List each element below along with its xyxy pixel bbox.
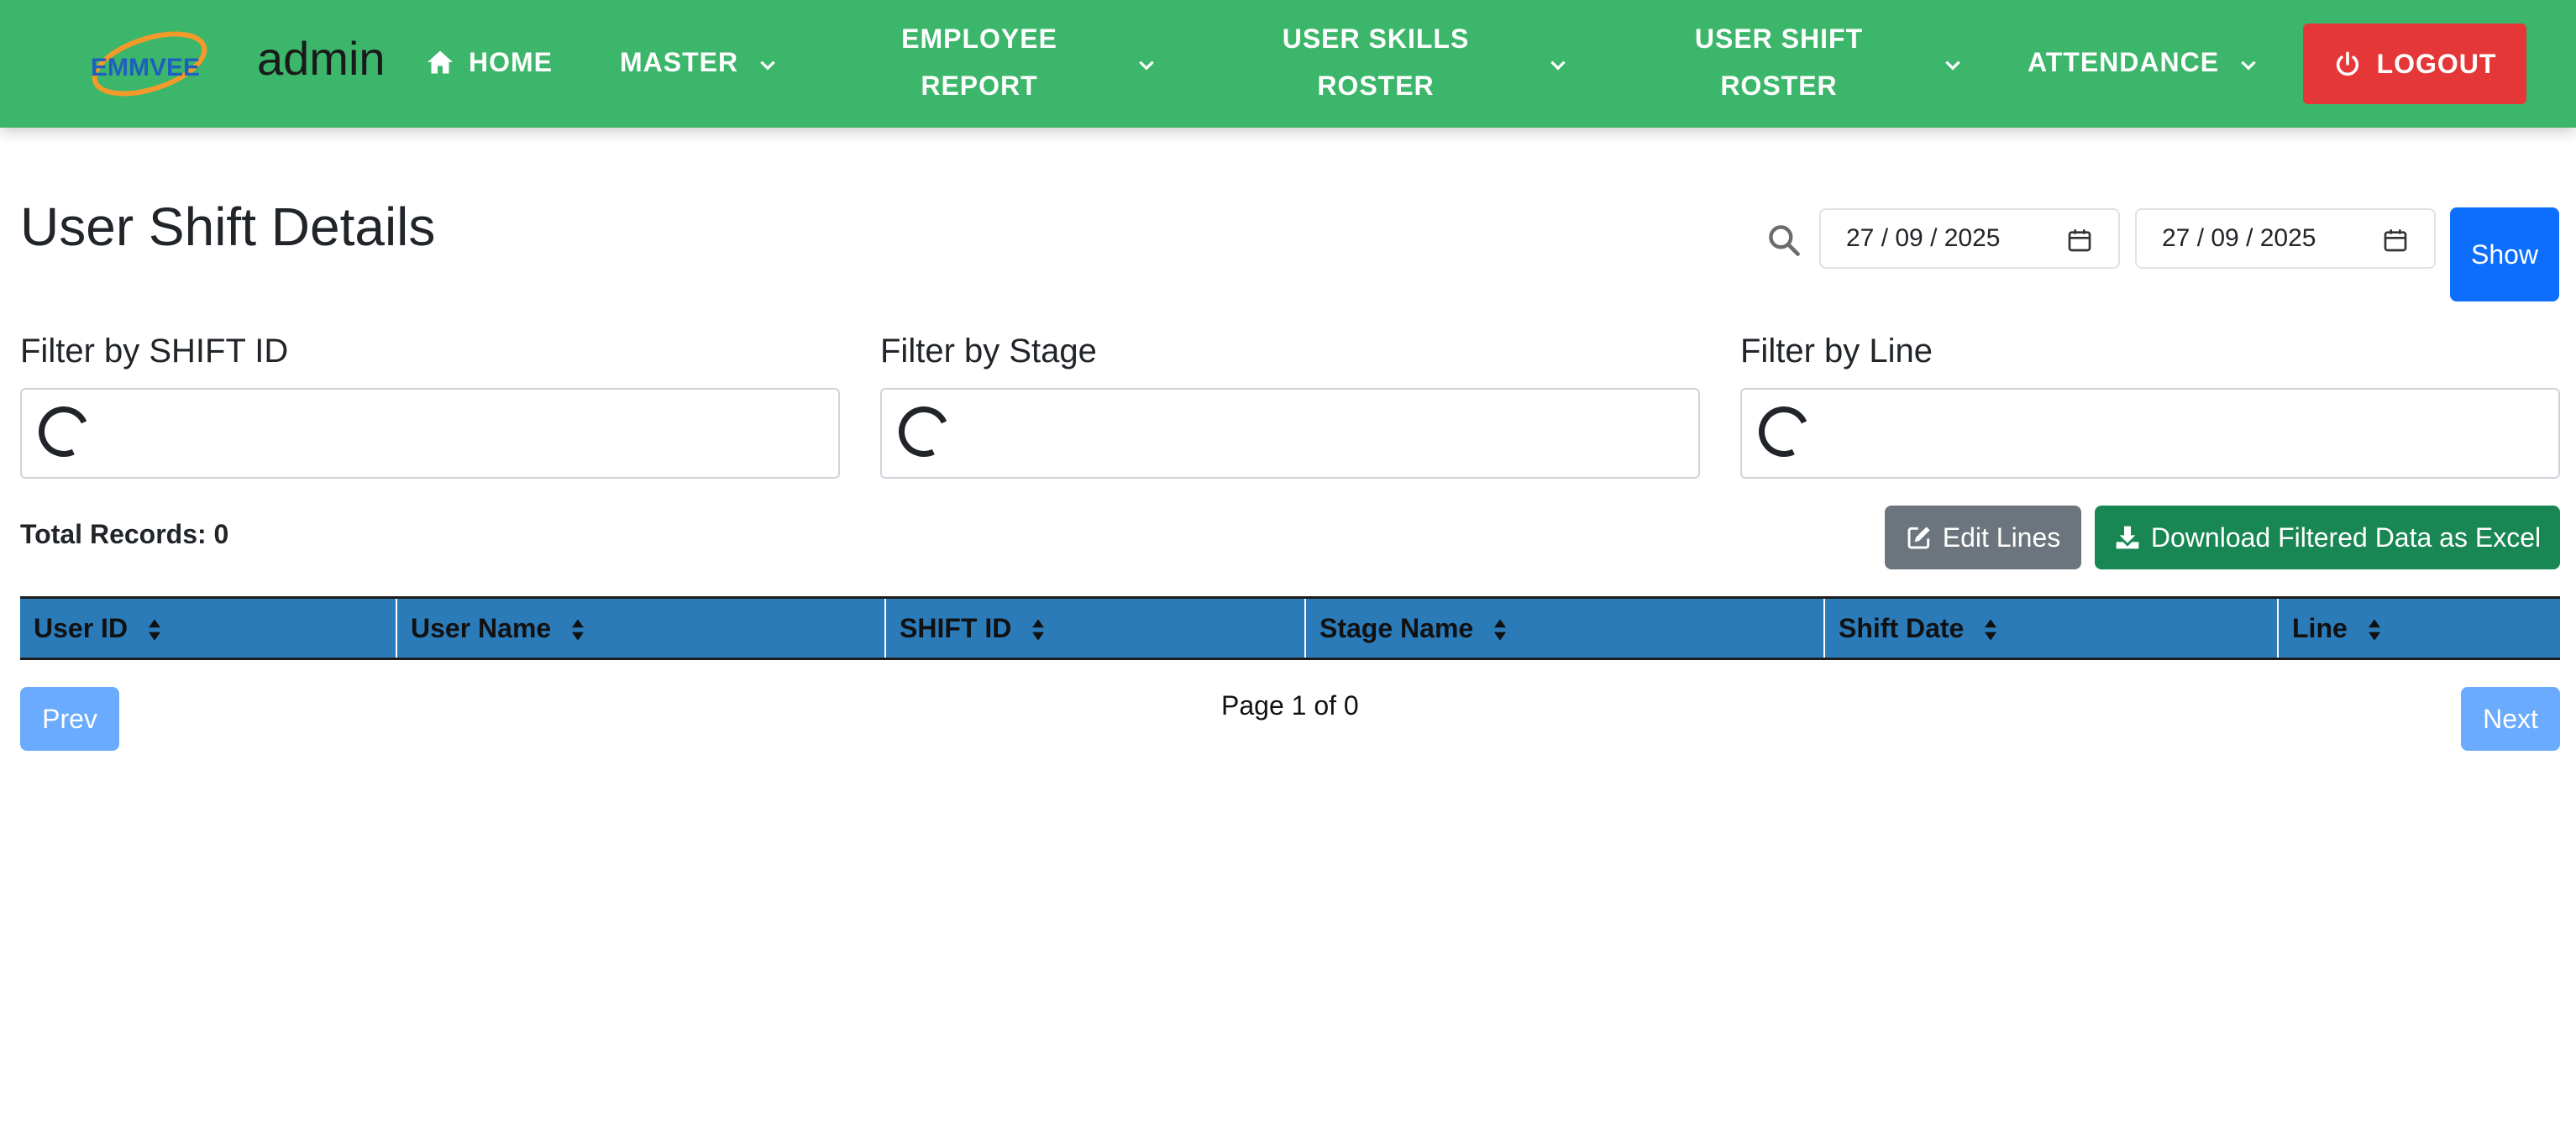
column-label: Shift Date — [1839, 612, 1965, 643]
chevron-down-icon — [1945, 60, 1960, 71]
nav-master-label: MASTER — [620, 47, 739, 77]
sort-icon — [1985, 619, 1997, 641]
nav-user-skills-roster[interactable]: USER SKILLS ROSTER — [1258, 15, 1493, 109]
from-date-value: 27 / 09 / 2025 — [1846, 224, 2001, 252]
column-header-user-name[interactable]: User Name — [396, 597, 886, 659]
nav-home[interactable]: HOME — [425, 39, 553, 86]
nav-user-skills-roster-line2: ROSTER — [1317, 71, 1435, 101]
chevron-down-icon — [1139, 60, 1154, 71]
nav-attendance-label: ATTENDANCE — [2028, 47, 2220, 77]
nav-user-shift-roster[interactable]: USER SHIFT ROSTER — [1670, 15, 1888, 109]
column-header-stage-name[interactable]: Stage Name — [1305, 597, 1825, 659]
download-excel-button[interactable]: Download Filtered Data as Excel — [2095, 506, 2560, 569]
table-header-row: User ID User Name SHIFT ID Stage Name Sh… — [20, 597, 2560, 659]
from-date-input[interactable]: 27 / 09 / 2025 — [1819, 208, 2120, 269]
next-page-button[interactable]: Next — [2461, 687, 2560, 751]
brand-username: admin — [257, 32, 386, 85]
nav-attendance[interactable]: ATTENDANCE — [2028, 39, 2219, 86]
nav-employee-report-line1: EMPLOYEE — [901, 24, 1057, 54]
column-label: User ID — [34, 612, 129, 643]
prev-page-button[interactable]: Prev — [20, 687, 119, 751]
logout-label: LOGOUT — [2376, 48, 2497, 79]
nav-user-skills-roster-line1: USER SKILLS — [1282, 24, 1470, 54]
filter-line-label: Filter by Line — [1740, 333, 1933, 370]
show-button[interactable]: Show — [2450, 207, 2559, 301]
column-header-shift-date[interactable]: Shift Date — [1824, 597, 2279, 659]
edit-icon — [1907, 527, 1930, 549]
loading-spinner-icon — [31, 399, 97, 464]
edit-lines-label: Edit Lines — [1942, 522, 2061, 553]
home-icon — [428, 50, 453, 74]
sort-icon — [1032, 619, 1045, 641]
calendar-icon[interactable] — [2382, 227, 2409, 254]
chevron-down-icon — [760, 60, 775, 71]
user-shift-table: User ID User Name SHIFT ID Stage Name Sh… — [20, 596, 2560, 660]
download-icon — [2116, 526, 2139, 549]
filter-shift-id-select[interactable] — [20, 388, 840, 479]
page-info: Page 1 of 0 — [1221, 690, 1359, 721]
filter-shift-id-label: Filter by SHIFT ID — [20, 333, 289, 370]
logout-button[interactable]: LOGOUT — [2303, 24, 2526, 104]
filter-stage-label: Filter by Stage — [880, 333, 1097, 370]
logo-text: EMMVEE — [91, 54, 200, 81]
search-icon — [1769, 225, 1800, 256]
column-header-shift-id[interactable]: SHIFT ID — [885, 597, 1306, 659]
column-label: User Name — [411, 612, 552, 643]
loading-spinner-icon — [891, 399, 957, 464]
to-date-value: 27 / 09 / 2025 — [2162, 224, 2316, 252]
filter-line-select[interactable] — [1740, 388, 2560, 479]
nav-user-shift-roster-line2: ROSTER — [1720, 71, 1838, 101]
chevron-down-icon — [2241, 60, 2256, 71]
filter-stage-select[interactable] — [880, 388, 1700, 479]
calendar-icon[interactable] — [2066, 227, 2093, 254]
chevron-down-icon — [1550, 60, 1566, 71]
nav-employee-report-line2: REPORT — [921, 71, 1038, 101]
emmvee-logo[interactable]: EMMVEE — [84, 24, 210, 104]
total-records: Total Records: 0 — [20, 519, 229, 549]
nav-user-shift-roster-line1: USER SHIFT — [1694, 24, 1864, 54]
sort-icon — [1494, 619, 1507, 641]
edit-lines-button[interactable]: Edit Lines — [1885, 506, 2081, 569]
nav-master[interactable]: MASTER — [620, 39, 738, 86]
column-header-line[interactable]: Line — [2278, 597, 2560, 659]
column-label: Line — [2292, 612, 2348, 643]
top-navbar: EMMVEE admin HOME MASTER EMPLOYEE REPORT… — [0, 0, 2576, 128]
to-date-input[interactable]: 27 / 09 / 2025 — [2135, 208, 2436, 269]
sort-icon — [148, 619, 160, 641]
sort-icon — [2368, 619, 2380, 641]
column-label: Stage Name — [1319, 612, 1474, 643]
download-excel-label: Download Filtered Data as Excel — [2150, 522, 2542, 553]
power-icon — [2336, 51, 2358, 76]
nav-employee-report[interactable]: EMPLOYEE REPORT — [879, 15, 1080, 109]
sort-icon — [572, 619, 585, 641]
loading-spinner-icon — [1751, 399, 1817, 464]
page-title: User Shift Details — [20, 197, 436, 257]
column-label: SHIFT ID — [900, 612, 1012, 643]
column-header-user-id[interactable]: User ID — [20, 597, 397, 659]
nav-home-label: HOME — [469, 47, 553, 77]
